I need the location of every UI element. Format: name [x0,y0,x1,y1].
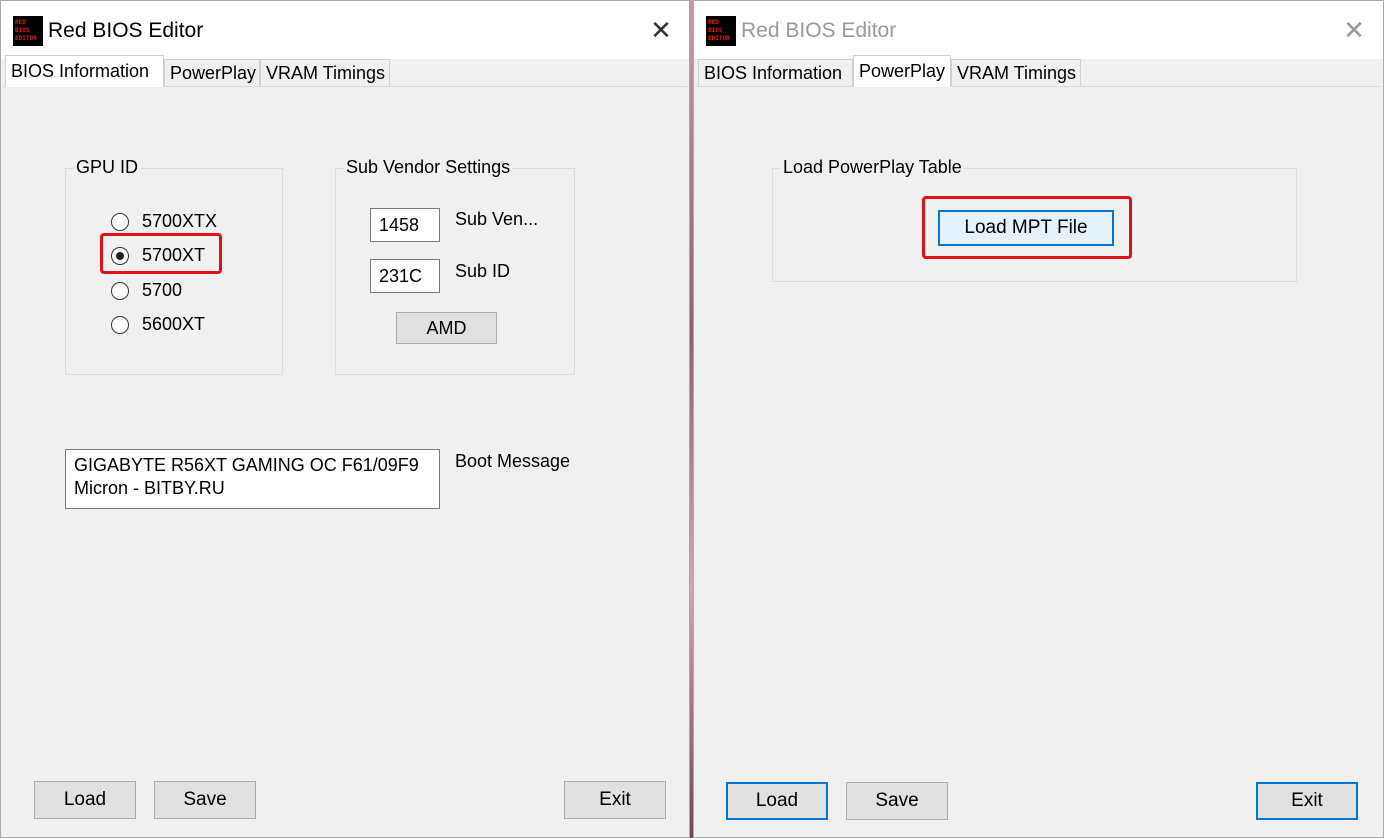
boot-message-line: Micron - BITBY.RU [74,478,225,498]
tab-powerplay[interactable]: PowerPlay [164,59,260,87]
window-title: Red BIOS Editor [741,19,897,42]
bios-information-pane: GPU ID 5700XTX 5700XT 5700 5600XT Sub Ve… [3,86,687,757]
app-icon: RED BIOS EDITOR [13,16,43,46]
radio-button-icon [111,315,129,334]
close-icon[interactable]: ✕ [641,11,681,51]
left-window: RED BIOS EDITOR Red BIOS Editor ✕ BIOS I… [0,0,690,838]
title-bar[interactable]: RED BIOS EDITOR Red BIOS Editor ✕ [694,1,1383,59]
tab-bios-information[interactable]: BIOS Information [5,55,164,87]
radio-label: 5700XTX [142,211,218,231]
radio-button-icon [111,281,129,300]
exit-button[interactable]: Exit [564,781,666,819]
radio-label: 5700XT [142,245,206,265]
right-window: RED BIOS EDITOR Red BIOS Editor ✕ BIOS I… [693,0,1384,838]
boot-message-line: GIGABYTE R56XT GAMING OC F61/09F9 [74,455,419,475]
sub-vendor-field-label: Sub Ven... [455,209,539,229]
radio-5700xt[interactable]: 5700XT [111,245,205,266]
tab-powerplay[interactable]: PowerPlay [853,55,951,87]
radio-button-icon [111,212,129,231]
app-icon: RED BIOS EDITOR [706,16,736,46]
radio-5700[interactable]: 5700 [111,280,182,301]
window-title: Red BIOS Editor [48,19,204,42]
tab-bios-information[interactable]: BIOS Information [698,59,853,87]
boot-message-label: Boot Message [455,451,571,471]
load-button[interactable]: Load [726,782,828,820]
tab-vram-timings[interactable]: VRAM Timings [951,59,1081,87]
tab-vram-timings[interactable]: VRAM Timings [260,59,390,87]
title-bar[interactable]: RED BIOS EDITOR Red BIOS Editor ✕ [1,1,689,59]
radio-5600xt[interactable]: 5600XT [111,314,205,335]
close-icon[interactable]: ✕ [1334,11,1374,51]
load-powerplay-label: Load PowerPlay Table [781,157,964,178]
powerplay-pane: Load PowerPlay Table Load MPT File [696,86,1381,757]
gpu-id-group: GPU ID [65,157,283,375]
amd-button[interactable]: AMD [396,312,497,344]
radio-label: 5600XT [142,314,206,334]
exit-button[interactable]: Exit [1256,782,1358,820]
sub-vendor-field[interactable]: 1458 [370,208,440,242]
load-button[interactable]: Load [34,781,136,819]
radio-label: 5700 [142,280,183,300]
radio-button-checked-icon [111,246,129,265]
radio-5700xtx[interactable]: 5700XTX [111,211,217,232]
load-mpt-file-button[interactable]: Load MPT File [938,210,1114,246]
sub-id-field[interactable]: 231C [370,259,440,293]
boot-message-field[interactable]: GIGABYTE R56XT GAMING OC F61/09F9 Micron… [65,449,440,509]
sub-id-field-label: Sub ID [455,261,511,281]
save-button[interactable]: Save [846,782,948,820]
gpu-id-label: GPU ID [74,157,141,178]
sub-vendor-label: Sub Vendor Settings [344,157,513,178]
save-button[interactable]: Save [154,781,256,819]
